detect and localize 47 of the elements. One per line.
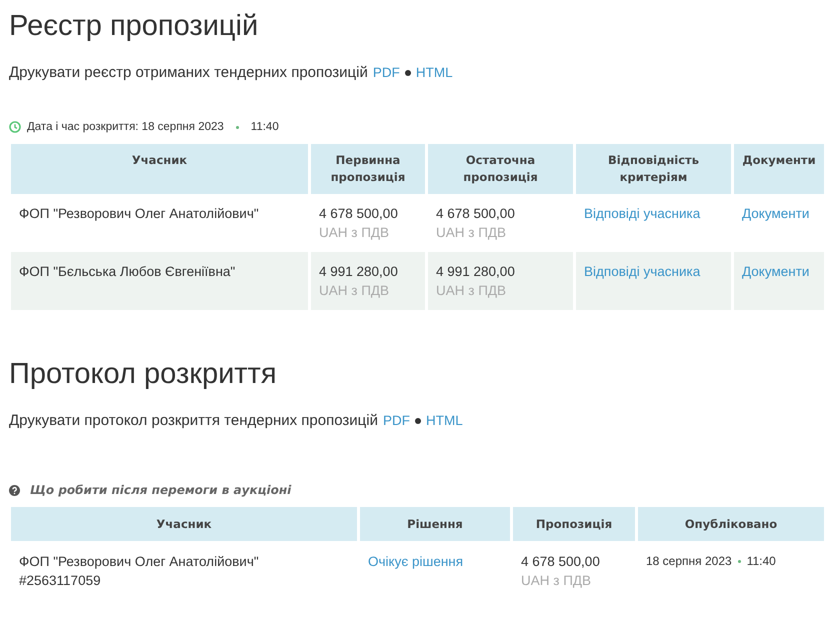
print-text: Друкувати реєстр отриманих тендерних пропозицій [9,64,368,81]
opening-date: Дата і час розкриття: 18 серпня 2023 [27,121,224,133]
print-link[interactable]: PDF [382,413,410,428]
column-header: Учасник [11,507,357,541]
column-header: Пропозиція [513,507,635,541]
answers-link[interactable]: Відповіді учасника [584,206,700,221]
table-cell-text: ФОП "Резворович Олег Анатолійович" [18,205,260,223]
column-header: Опубліковано [638,507,824,541]
currency-note: UAH з ПДВ [521,572,592,590]
currency-note: UAH з ПДВ [319,282,390,300]
participant-name: ФОП "Резворович Олег Анатолійович" [19,553,260,571]
amount: 4 678 500,00 [521,553,601,571]
print-link[interactable]: PDF [372,65,400,80]
table-cell: ФОП "Бєльська Любов Євгеніївна" [11,252,308,310]
print-link[interactable]: HTML [416,65,453,80]
participant-id: #2563117059 [19,572,102,590]
amount: 4 991 280,00 [436,263,516,281]
separator-dot [236,126,239,128]
print-text: Друкувати протокол розкриття тендерних пропозицій [9,412,378,429]
documents-link[interactable]: Документи [742,264,810,279]
decision-status[interactable]: Очікує рішення [368,554,464,569]
currency-note: UAH з ПДВ [319,224,390,242]
column-header: Відповідність критеріям [576,144,731,194]
separator-dot [414,418,421,424]
published-time: 11:40 [746,553,776,570]
column-header: Рішення [360,507,510,541]
amount: 4 991 280,00 [319,263,399,281]
column-header: Документи [734,144,824,194]
column-header: Остаточна пропозиція [428,144,573,194]
help-link[interactable]: Що робити після перемоги в аукціоні [30,483,292,497]
currency-note: UAH з ПДВ [436,224,508,242]
section-title: Реєстр пропозицій [9,9,260,44]
print-link[interactable]: HTML [426,413,463,428]
opening-time: 11:40 [250,121,279,133]
column-header: Учасник [11,144,308,194]
published-date: 18 серпня 2023 [646,553,732,570]
separator-dot [738,560,741,563]
currency-note: UAH з ПДВ [436,282,508,300]
section-title: Протокол розкриття [9,357,278,392]
documents-link[interactable]: Документи [742,206,810,221]
help-icon [9,484,20,496]
amount: 4 678 500,00 [319,205,399,223]
amount: 4 678 500,00 [436,205,516,223]
answers-link[interactable]: Відповіді учасника [584,264,700,279]
separator-dot [404,70,411,76]
clock-icon [9,121,21,133]
column-header: Первинна пропозиція [311,144,425,194]
